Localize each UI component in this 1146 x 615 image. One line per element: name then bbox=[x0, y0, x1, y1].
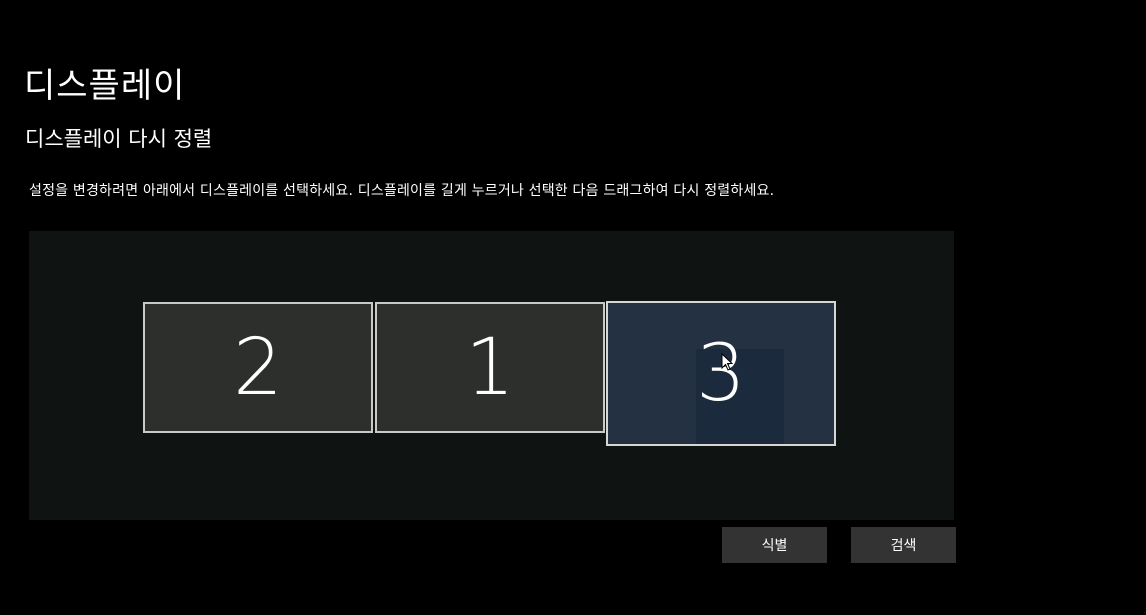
section-title: 디스플레이 다시 정렬 bbox=[25, 127, 213, 151]
display-arrangement-area: 2 1 3 bbox=[29, 231, 954, 520]
mouse-pointer-icon bbox=[721, 353, 733, 371]
monitor-number: 3 bbox=[696, 328, 746, 419]
settings-page: 디스플레이 디스플레이 다시 정렬 설정을 변경하려면 아래에서 디스플레이를 … bbox=[0, 0, 1146, 615]
monitor-1[interactable]: 1 bbox=[375, 302, 605, 433]
monitor-number: 2 bbox=[233, 322, 283, 413]
monitor-3-selected[interactable]: 3 bbox=[606, 301, 836, 446]
monitor-number: 1 bbox=[465, 322, 515, 413]
detect-button[interactable]: 검색 bbox=[851, 527, 956, 563]
page-title: 디스플레이 bbox=[24, 66, 186, 106]
identify-button[interactable]: 식별 bbox=[722, 527, 827, 563]
monitor-2[interactable]: 2 bbox=[143, 302, 373, 433]
description-text: 설정을 변경하려면 아래에서 디스플레이를 선택하세요. 디스플레이를 길게 누… bbox=[29, 183, 775, 199]
